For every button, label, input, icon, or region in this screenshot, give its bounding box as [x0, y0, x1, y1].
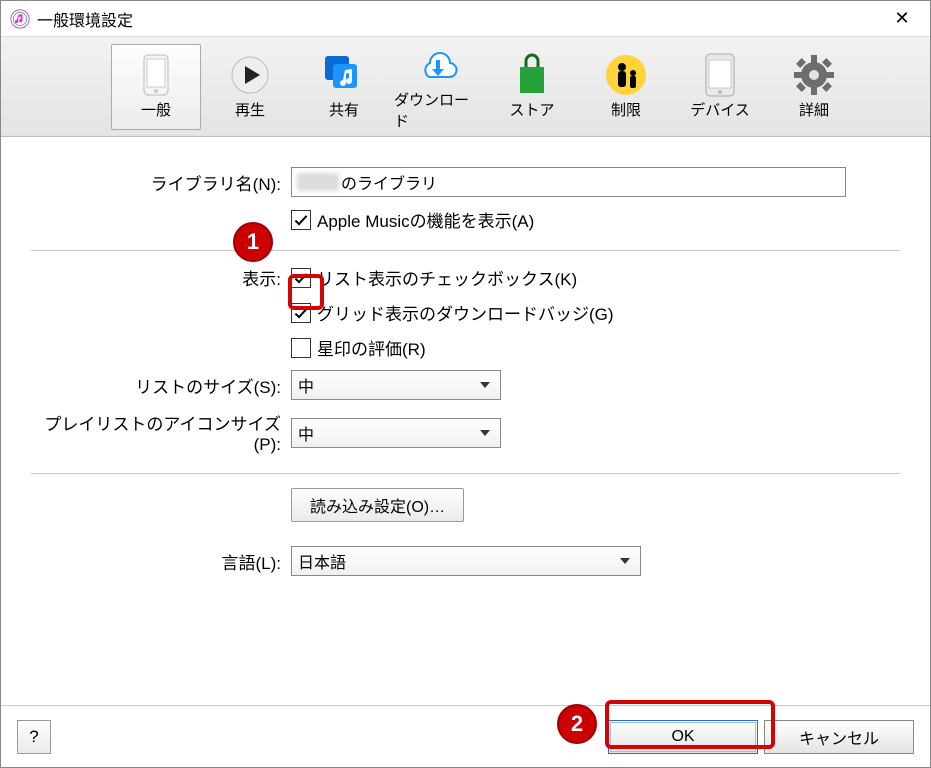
tab-store[interactable]: ストア — [487, 44, 577, 130]
list-size-value: 中 — [298, 373, 314, 397]
app-icon — [9, 8, 31, 30]
sharing-icon — [322, 53, 366, 97]
apple-music-checkbox[interactable] — [291, 210, 311, 230]
devices-icon — [698, 53, 742, 97]
import-settings-button[interactable]: 読み込み設定(O)… — [291, 488, 464, 522]
tab-label: 制限 — [611, 99, 641, 120]
tab-playback[interactable]: 再生 — [205, 44, 295, 130]
tab-download[interactable]: ダウンロード — [393, 44, 483, 130]
tab-label: デバイス — [690, 99, 750, 120]
parental-icon — [604, 53, 648, 97]
ok-label: OK — [671, 728, 694, 746]
library-name-input[interactable]: のライブラリ — [291, 167, 846, 197]
annotation-badge-1: 1 — [233, 222, 273, 262]
tab-parental[interactable]: 制限 — [581, 44, 671, 130]
tab-advanced[interactable]: 詳細 — [769, 44, 859, 130]
help-label: ? — [29, 727, 38, 747]
content-area: ライブラリ名(N): のライブラリ Apple Musicの機能を表示(A) 表… — [1, 137, 930, 705]
ok-button[interactable]: OK — [608, 720, 758, 754]
list-size-label: リストのサイズ(S): — [31, 373, 291, 398]
playlist-icon-size-value: 中 — [298, 421, 314, 445]
play-icon — [228, 53, 272, 97]
tab-devices[interactable]: デバイス — [675, 44, 765, 130]
tab-general[interactable]: 一般 — [111, 44, 201, 130]
language-label: 言語(L): — [31, 549, 291, 574]
tab-label: 共有 — [329, 99, 359, 120]
cancel-button[interactable]: キャンセル — [764, 720, 914, 754]
list-checkbox-label: リスト表示のチェックボックス(K) — [317, 265, 577, 290]
grid-badge-checkbox[interactable] — [291, 303, 311, 323]
gear-icon — [792, 53, 836, 97]
list-checkbox-checkbox[interactable] — [291, 268, 311, 288]
language-value: 日本語 — [298, 549, 346, 573]
playlist-icon-size-label: プレイリストのアイコンサイズ(P): — [31, 410, 291, 455]
display-label: 表示: — [31, 265, 291, 290]
close-icon[interactable]: ✕ — [882, 8, 922, 29]
download-icon — [416, 43, 460, 87]
window-title: 一般環境設定 — [37, 7, 133, 31]
cancel-label: キャンセル — [799, 725, 879, 749]
help-button[interactable]: ? — [17, 720, 51, 754]
star-rating-checkbox[interactable] — [291, 338, 311, 358]
grid-badge-label: グリッド表示のダウンロードバッジ(G) — [317, 300, 614, 325]
titlebar: 一般環境設定 ✕ — [1, 1, 930, 37]
redacted-text — [297, 173, 339, 191]
preferences-window: 一般環境設定 ✕ 一般 再生 — [0, 0, 931, 768]
library-name-label: ライブラリ名(N): — [31, 170, 291, 195]
separator — [31, 473, 900, 474]
tab-label: 一般 — [141, 99, 171, 120]
import-settings-label: 読み込み設定(O)… — [310, 493, 445, 517]
tab-label: ストア — [509, 99, 554, 120]
apple-music-label: Apple Musicの機能を表示(A) — [317, 207, 534, 232]
playlist-icon-size-select[interactable]: 中 — [291, 418, 501, 448]
annotation-badge-2: 2 — [557, 704, 597, 744]
dialog-footer: ? OK キャンセル — [1, 705, 930, 767]
separator — [31, 250, 900, 251]
tab-label: 詳細 — [799, 99, 829, 120]
language-select[interactable]: 日本語 — [291, 546, 641, 576]
tab-label: ダウンロード — [394, 89, 482, 131]
preferences-toolbar: 一般 再生 共有 — [1, 37, 930, 137]
tab-label: 再生 — [235, 99, 265, 120]
star-rating-label: 星印の評価(R) — [317, 335, 426, 360]
tab-sharing[interactable]: 共有 — [299, 44, 389, 130]
library-name-value: のライブラリ — [341, 170, 437, 194]
general-icon — [134, 53, 178, 97]
store-icon — [510, 53, 554, 97]
list-size-select[interactable]: 中 — [291, 370, 501, 400]
